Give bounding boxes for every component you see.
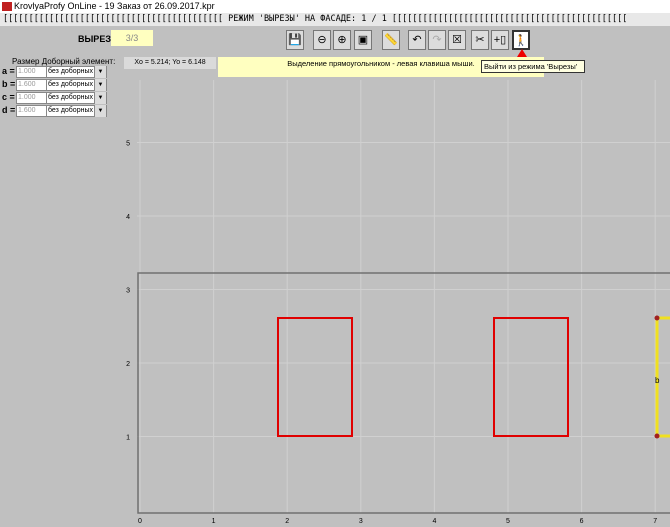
edge-label-b: b: [655, 376, 660, 385]
x-tick-label: 0: [138, 518, 142, 525]
vertex-handle[interactable]: [654, 433, 660, 439]
drawing-canvas[interactable]: 0 1 2 3 4 5 6 7 1 2 3 4 5 b: [0, 0, 670, 527]
cutout-2[interactable]: [493, 317, 569, 437]
cutout-1[interactable]: [277, 317, 353, 437]
y-tick-label: 1: [126, 435, 130, 442]
x-tick-label: 3: [359, 518, 363, 525]
y-tick-label: 4: [126, 214, 130, 221]
y-tick-label: 5: [126, 141, 130, 148]
vertex-handle[interactable]: [654, 315, 660, 321]
y-tick-label: 2: [126, 361, 130, 368]
y-tick-label: 3: [126, 288, 130, 295]
x-tick-label: 4: [432, 518, 436, 525]
facade-outline: [137, 272, 670, 514]
x-tick-label: 6: [580, 518, 584, 525]
axis-ticks: 0 1 2 3 4 5 6 7 1 2 3 4 5: [126, 141, 657, 526]
x-tick-label: 7: [653, 518, 657, 525]
x-tick-label: 5: [506, 518, 510, 525]
grid: [137, 80, 670, 513]
x-tick-label: 2: [285, 518, 289, 525]
x-tick-label: 1: [212, 518, 216, 525]
